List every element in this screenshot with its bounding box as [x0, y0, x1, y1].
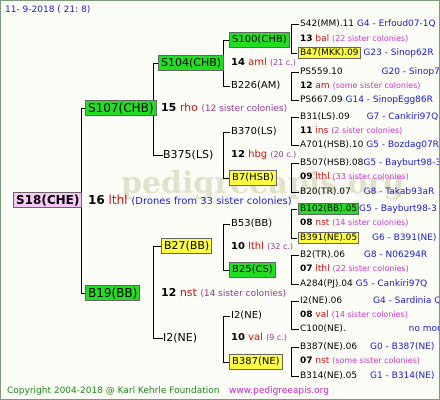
gen4-mid-5: 08 nst (14 sister colonies) [300, 218, 409, 228]
gen2-queen-3[interactable]: B27(BB) [161, 238, 213, 254]
gen4-mid-7: 08 val (14 sister colonies) [300, 310, 408, 320]
gen1-queen-1[interactable]: S107(CHB) [85, 100, 157, 116]
gen4-a-7[interactable]: I2(NE).06 G4 - Sardinia Q [300, 295, 439, 307]
gen4-a-2[interactable]: PS559.10 G20 - Sinop72R [300, 66, 439, 78]
gen4-b-4[interactable]: B20(TR).07 G8 - Takab93aR [300, 186, 434, 198]
gen4-a-4[interactable]: B507(HSB).08G5 - Bayburt98-3 [300, 157, 439, 169]
gen4-mid-3: 11 ins (2 sister colonies) [300, 126, 403, 136]
gen2-drone-3: 10 lthl (32 c.) [231, 241, 294, 252]
gen2-queen-1[interactable]: S104(CHB) [158, 55, 225, 71]
gen3-queen-1[interactable]: S100(CHB) [229, 32, 290, 48]
gen2-queen-2[interactable]: B375(LS) [163, 149, 213, 161]
gen1-queen-2[interactable]: B19(BB) [85, 285, 141, 301]
gen4-mid-4: 09 lthl (33 sister colonies) [300, 172, 409, 182]
gen4-a-8[interactable]: B387(NE).06 G0 - B387(NE) [300, 341, 434, 353]
gen3-queen-4[interactable]: B7(HSB) [229, 170, 277, 186]
footer-copyright: Copyright 2004-2018 @ Karl Kehrle Founda… [7, 386, 220, 396]
gen4-mid-6: 07 lthl (22 sister colonies) [300, 264, 409, 274]
pedigree-frame: pedigreeapis.org 11- 9-2018 ( 21: 8) [0, 0, 440, 400]
gen4-b-6[interactable]: A284(PJ).04 G5 - Cankiri97Q [300, 278, 427, 290]
header-date: 11- 9-2018 ( 21: 8) [5, 5, 91, 15]
gen3-queen-2[interactable]: B226(AM) [231, 80, 280, 92]
gen4-a-1[interactable]: S42(MM).11 G4 - Erfoud07-1Q [300, 18, 436, 30]
gen4-b-3[interactable]: A701(HSB).10 G5 - Bozdag07R [300, 139, 439, 151]
gen4-mid-2: 12 am (some sister colonies) [300, 81, 421, 91]
gen4-b-5[interactable]: B391(NE).05 G6 - B391(NE) [298, 232, 436, 244]
gen2-drone-1: 14 aml (21 c.) [231, 57, 296, 68]
gen3-queen-3[interactable]: B370(LS) [231, 126, 277, 138]
root-queen[interactable]: S18(CHE) [13, 192, 83, 208]
gen4-a-3[interactable]: B31(LS).09 G7 - Cankiri97Q [300, 111, 438, 123]
gen3-queen-7[interactable]: I2(NE) [231, 310, 262, 322]
gen4-b-2[interactable]: PS667.09 G14 - SinopEgg86R [300, 94, 433, 106]
gen2-drone-2: 12 hbg (20 c.) [231, 149, 297, 160]
footer-site[interactable]: www.pedigreeapis.org [229, 385, 329, 397]
gen3-queen-5[interactable]: B53(BB) [231, 218, 272, 230]
gen4-b-7[interactable]: C100(NE). no more [300, 323, 439, 335]
gen1-drone-2: 12 nst (14 sister colonies) [161, 286, 287, 300]
gen2-drone-4: 10 val (9 c.) [231, 332, 287, 343]
gen4-b-1[interactable]: B47(MKK).09 G23 - Sinop62R [298, 47, 434, 59]
root-drone-info: 16 lthl (Drones from 33 sister colonies) [88, 193, 292, 207]
gen4-b-8[interactable]: B314(NE).05 G1 - B314(NE) [300, 370, 434, 382]
gen4-a-5[interactable]: B102(BB).05 G5 - Bayburt98-3 [298, 203, 437, 215]
gen1-drone-1: 15 rho (12 sister colonies) [161, 101, 288, 115]
gen4-mid-1: 13 bal (22 sister colonies) [300, 34, 409, 44]
gen2-queen-4[interactable]: I2(NE) [163, 332, 197, 344]
gen4-a-6[interactable]: B2(TR).06 G8 - N06294R [300, 249, 427, 261]
gen3-queen-8[interactable]: B387(NE) [229, 354, 283, 370]
gen4-mid-8: 07 nst (some sister colonies) [300, 356, 421, 366]
gen3-queen-6[interactable]: B25(CS) [229, 262, 276, 278]
